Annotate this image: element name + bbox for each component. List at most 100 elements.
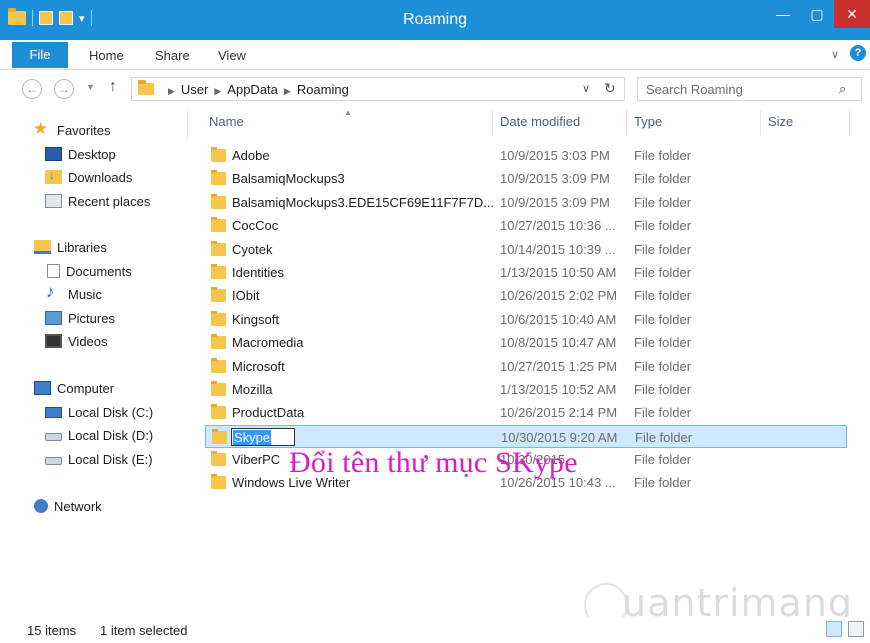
- minimize-button[interactable]: —: [766, 0, 800, 28]
- search-icon[interactable]: ⌕: [839, 81, 846, 97]
- folder-icon: [211, 357, 226, 373]
- file-name: Kingsoft: [232, 311, 279, 327]
- file-row[interactable]: Adobe 10/9/2015 3:03 PM File folder: [205, 144, 847, 167]
- rename-field[interactable]: Skype: [231, 427, 295, 446]
- file-name: Identities: [232, 264, 285, 280]
- details-view-icon[interactable]: [826, 621, 842, 637]
- file-row[interactable]: Kingsoft 10/6/2015 10:40 AM File folder: [205, 308, 847, 331]
- tab-home[interactable]: Home: [89, 48, 124, 63]
- file-date: 1/13/2015 10:52 AM: [500, 381, 617, 397]
- column-header-name[interactable]: Name: [209, 114, 244, 129]
- sidebar-item-downloads[interactable]: Downloads: [45, 167, 132, 187]
- file-row[interactable]: Mozilla 1/13/2015 10:52 AM File folder: [205, 378, 847, 401]
- breadcrumb-user[interactable]: User: [181, 82, 208, 97]
- file-row[interactable]: ProductData 10/26/2015 2:14 PM File folder: [205, 401, 847, 424]
- file-date: 1/13/2015 10:50 AM: [500, 264, 617, 280]
- system-disk-icon: [45, 406, 62, 418]
- column-header-size[interactable]: Size: [768, 114, 793, 129]
- column-divider[interactable]: [760, 110, 761, 136]
- breadcrumb-appdata[interactable]: AppData: [227, 82, 278, 97]
- refresh-icon[interactable]: ↻: [604, 80, 616, 97]
- folder-icon: [211, 287, 226, 303]
- breadcrumb: ▶ User ▶ AppData ▶ Roaming: [162, 82, 349, 97]
- file-row[interactable]: BalsamiqMockups3.EDE15CF69E11F7F7D... 10/…: [205, 191, 847, 214]
- window-title: Roaming: [402, 11, 468, 28]
- sidebar-item-local-disk-c[interactable]: Local Disk (C:): [45, 402, 153, 422]
- sidebar-item-local-disk-d[interactable]: Local Disk (D:): [45, 425, 153, 445]
- file-row[interactable]: Cyotek 10/14/2015 10:39 ... File folder: [205, 238, 847, 261]
- file-name: BalsamiqMockups3: [232, 171, 345, 187]
- tab-file[interactable]: File: [12, 42, 68, 68]
- file-row[interactable]: Identities 1/13/2015 10:50 AM File folder: [205, 261, 847, 284]
- folder-icon: [138, 80, 154, 95]
- close-button[interactable]: ✕: [834, 0, 870, 28]
- file-name: Microsoft: [232, 358, 285, 374]
- file-type: File folder: [634, 194, 692, 210]
- sidebar-item-desktop[interactable]: Desktop: [45, 144, 116, 164]
- network-icon: [34, 499, 48, 513]
- sidebar-item-network[interactable]: Network: [34, 496, 102, 516]
- ribbon-tabs: File Home Share View ∨ ?: [0, 40, 870, 70]
- folder-icon: [211, 310, 226, 326]
- disk-icon: [45, 457, 62, 465]
- file-list: Adobe 10/9/2015 3:03 PM File folder Balsam…: [205, 144, 847, 495]
- file-type: File folder: [634, 358, 692, 374]
- column-header-type[interactable]: Type: [634, 114, 662, 129]
- folder-icon: [211, 474, 226, 490]
- sidebar-item-libraries[interactable]: Libraries: [34, 237, 107, 257]
- file-type: File folder: [634, 288, 692, 304]
- title-bar: ▾ Roaming — ▢ ✕: [0, 0, 870, 40]
- sidebar-item-music[interactable]: Music: [45, 282, 102, 304]
- videos-icon: [45, 334, 62, 348]
- search-input[interactable]: [646, 79, 836, 99]
- file-row[interactable]: Macromedia 10/8/2015 10:47 AM File folder: [205, 331, 847, 354]
- back-button[interactable]: ←: [22, 79, 42, 99]
- column-divider[interactable]: [492, 110, 493, 136]
- selection-count: 1 item selected: [100, 623, 188, 638]
- file-date: 10/9/2015 3:03 PM: [500, 148, 610, 163]
- file-date: 10/14/2015 10:39 ...: [500, 241, 616, 257]
- sidebar-item-local-disk-e[interactable]: Local Disk (E:): [45, 449, 153, 469]
- breadcrumb-arrow-icon[interactable]: ▶: [168, 86, 175, 96]
- sidebar-item-documents[interactable]: Documents: [45, 261, 132, 281]
- navigation-bar: ← → ▼ ↑ ▶ User ▶ AppData ▶ Roaming ∨ ↻ ⌕: [0, 70, 870, 106]
- file-date: 10/8/2015 10:47 AM: [500, 335, 617, 351]
- folder-icon: [211, 217, 226, 233]
- tab-view[interactable]: View: [218, 48, 246, 63]
- sidebar-item-videos[interactable]: Videos: [45, 331, 108, 351]
- music-icon: [45, 282, 62, 302]
- address-bar[interactable]: ▶ User ▶ AppData ▶ Roaming ∨ ↻: [131, 77, 625, 101]
- rename-input[interactable]: Skype: [231, 427, 295, 446]
- maximize-button[interactable]: ▢: [800, 0, 834, 28]
- forward-button[interactable]: →: [54, 79, 74, 99]
- column-divider[interactable]: [849, 110, 850, 136]
- file-row[interactable]: Microsoft 10/27/2015 1:25 PM File folder: [205, 355, 847, 378]
- file-name: Mozilla: [232, 381, 273, 397]
- breadcrumb-arrow-icon[interactable]: ▶: [214, 86, 221, 96]
- recent-places-icon: [45, 194, 62, 208]
- file-type: File folder: [634, 311, 692, 327]
- file-type: File folder: [634, 264, 692, 280]
- file-row[interactable]: IObit 10/26/2015 2:02 PM File folder: [205, 284, 847, 307]
- large-icons-view-icon[interactable]: [848, 621, 864, 637]
- column-divider[interactable]: [626, 110, 627, 136]
- search-box[interactable]: ⌕: [637, 77, 862, 101]
- file-row-selected[interactable]: Skype 10/30/2015 9:20 AM File folder: [205, 424, 847, 449]
- column-header-date-modified[interactable]: Date modified: [500, 114, 580, 129]
- documents-icon: [47, 264, 60, 278]
- sidebar-item-pictures[interactable]: Pictures: [45, 308, 115, 328]
- file-row[interactable]: BalsamiqMockups3 10/9/2015 3:09 PM File fo…: [205, 167, 847, 190]
- address-dropdown-icon[interactable]: ∨: [582, 82, 590, 95]
- up-button[interactable]: ↑: [109, 78, 117, 96]
- expand-ribbon-icon[interactable]: ∨: [831, 48, 839, 61]
- breadcrumb-roaming[interactable]: Roaming: [297, 82, 349, 97]
- breadcrumb-arrow-icon[interactable]: ▶: [284, 86, 291, 96]
- file-row[interactable]: CocCoc 10/27/2015 10:36 ... File folder: [205, 214, 847, 237]
- sidebar-item-computer[interactable]: Computer: [34, 378, 114, 398]
- sidebar-item-favorites[interactable]: Favorites: [33, 119, 110, 140]
- sidebar-item-recent-places[interactable]: Recent places: [45, 191, 150, 211]
- help-icon[interactable]: ?: [850, 45, 866, 61]
- recent-locations-icon[interactable]: ▼: [86, 82, 95, 92]
- tab-share[interactable]: Share: [155, 48, 190, 63]
- folder-icon: [211, 404, 226, 420]
